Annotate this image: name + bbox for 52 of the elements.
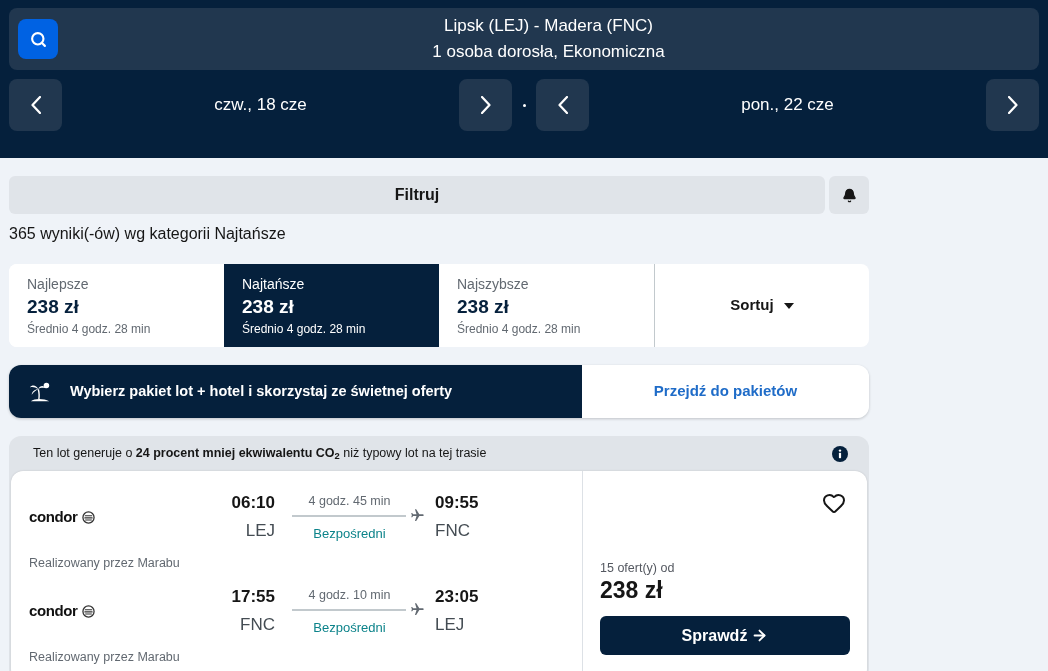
operator-note: Realizowany przez Marabu — [29, 556, 180, 570]
packages-link[interactable]: Przejdź do pakietów — [582, 365, 869, 418]
arrival-airport: LEJ — [435, 614, 465, 636]
favorite-button[interactable] — [822, 491, 846, 515]
chevron-left-icon — [557, 96, 568, 114]
trip-details: 1 osoba dorosła, Ekonomiczna — [432, 41, 665, 63]
stops-label: Bezpośredni — [312, 618, 387, 637]
route-title: Lipsk (LEJ) - Madera (FNC) — [444, 15, 653, 37]
flight-duration: 4 godz. 10 min — [307, 586, 392, 604]
emissions-note: Ten lot generuje o 24 procent mniej ekwiwalentu CO$_{2}$ niż typowy lot na tej trasie — [33, 445, 487, 463]
airline-logo-text: condor — [29, 602, 78, 620]
date-label: czw., 18 cze — [213, 94, 308, 117]
previous-date-button[interactable] — [536, 79, 589, 131]
search-icon — [29, 30, 47, 48]
date-label: pon., 22 cze — [740, 94, 835, 117]
palm-tree-icon — [29, 380, 51, 403]
sort-dropdown-button[interactable]: Sortuj — [730, 294, 794, 317]
previous-date-button[interactable] — [9, 79, 62, 131]
check-offer-button[interactable]: Sprawdź — [600, 616, 850, 655]
chevron-right-icon — [480, 96, 491, 114]
info-icon[interactable] — [832, 445, 848, 462]
bell-icon — [841, 187, 857, 203]
arrival-airport: FNC — [435, 520, 470, 542]
price-alert-button[interactable] — [829, 176, 869, 214]
filter-button[interactable]: Filtruj — [9, 176, 825, 214]
departure-time: 06:10 — [231, 492, 275, 514]
sort-tab[interactable]: Najtańsze 238 zł Średnio 4 godz. 28 min — [224, 264, 439, 347]
flight-duration: 4 godz. 45 min — [307, 492, 392, 510]
chevron-right-icon — [1007, 96, 1018, 114]
flight-price: 238 zł — [600, 576, 664, 604]
plane-icon — [410, 508, 426, 523]
striped-circle-logo-icon — [81, 604, 95, 618]
departure-airport: FNC — [240, 614, 275, 636]
plane-icon — [410, 602, 426, 617]
striped-circle-logo-icon — [81, 510, 95, 524]
heart-icon — [822, 491, 846, 515]
departure-airport: LEJ — [245, 520, 275, 542]
arrival-time: 23:05 — [435, 586, 479, 608]
next-date-button[interactable] — [986, 79, 1039, 131]
promo-text: Wybierz pakiet lot + hotel i skorzystaj ze świetnej oferty — [70, 381, 453, 401]
caret-down-icon — [783, 302, 794, 309]
stops-label: Bezpośredni — [312, 524, 387, 543]
search-summary-panel[interactable]: Lipsk (LEJ) - Madera (FNC) 1 osoba dorosła, Ekonomiczna — [9, 8, 1039, 70]
offers-count: 15 ofert(y) od — [600, 560, 676, 576]
departure-time: 17:55 — [231, 586, 275, 608]
arrival-time: 09:55 — [435, 492, 479, 514]
airline-logo-text: condor — [29, 508, 78, 526]
operator-note: Realizowany przez Marabu — [29, 650, 180, 664]
chevron-left-icon — [30, 96, 41, 114]
next-date-button[interactable] — [459, 79, 512, 131]
search-button[interactable] — [18, 19, 58, 59]
results-summary: 365 wyniki(-ów) wg kategorii Najtańsze — [9, 224, 287, 244]
